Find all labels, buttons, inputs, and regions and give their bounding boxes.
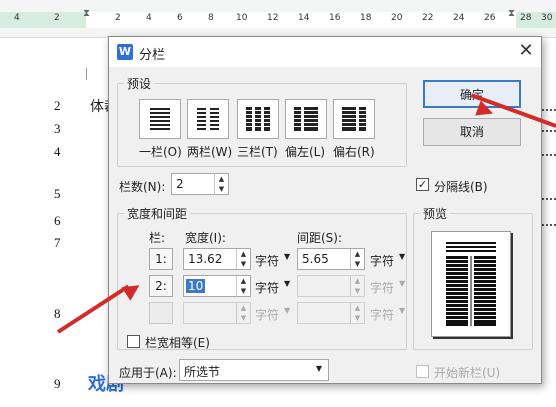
width-value-1: 13.62 [188, 252, 223, 266]
column-index: 1: [149, 248, 173, 270]
num-columns-label: 栏数(N): [119, 180, 166, 194]
ruler-number: 16 [329, 13, 341, 23]
presets-group-label: 预设 [127, 77, 152, 91]
spin-arrows-icon[interactable]: ▲ ▼ [350, 249, 364, 269]
width-unit-dropdown[interactable]: 字符 [255, 279, 279, 296]
line-number: 7 [54, 235, 61, 250]
preset-label-left[interactable]: 偏左(L) [285, 143, 325, 160]
close-icon[interactable]: ✕ [515, 40, 537, 62]
ruler-number: 28 [520, 13, 532, 23]
spacing-input-1[interactable]: 5.65 ▲ ▼ [297, 248, 365, 270]
preview-page [431, 231, 511, 337]
ruler-number: 12 [267, 13, 279, 23]
spacing-value-1: 5.65 [302, 252, 329, 266]
dialog-title: 分栏 [139, 48, 166, 63]
chevron-down-icon[interactable]: ▼ [399, 252, 405, 261]
apply-to-label: 应用于(A): [119, 366, 177, 380]
spin-arrows-icon[interactable]: ▲ ▼ [214, 174, 228, 194]
chevron-down-icon: ▼ [399, 306, 406, 315]
width-header: 宽度(I): [185, 231, 226, 245]
ruler-number: 8 [208, 13, 214, 23]
line-number: 8 [54, 306, 61, 321]
chevron-down-icon[interactable]: ▼ [316, 364, 322, 373]
spin-arrows-icon: ▲ ▼ [350, 303, 364, 323]
start-new-column-checkbox [416, 365, 429, 378]
spacing-unit-dropdown: 字符 [370, 308, 395, 322]
preview-group-label: 预览 [423, 207, 448, 221]
column-index: 2: [149, 275, 173, 297]
col-header: 栏: [149, 231, 166, 245]
one-column-icon[interactable] [139, 99, 181, 139]
ruler-number: 18 [360, 13, 372, 23]
preset-label-right[interactable]: 偏右(R) [333, 143, 375, 160]
spacing-input-2: ▲ ▼ [297, 275, 365, 297]
chevron-down-icon[interactable]: ▼ [284, 279, 290, 288]
ruler-number: 2 [54, 13, 60, 23]
ruler: 4 2 ⧗ 2 4 6 8 10 12 14 16 18 20 22 24 26… [0, 0, 556, 38]
line-number: 4 [54, 144, 61, 159]
ruler-number: 26 [484, 13, 496, 23]
width-unit-dropdown: 字符 [255, 308, 280, 322]
line-number: 3 [54, 121, 61, 136]
separator-checkbox[interactable]: ✓ [416, 178, 429, 191]
width-value-2: 10 [186, 279, 206, 293]
indent-marker-icon[interactable]: ⧗ [83, 8, 90, 19]
line-number: 2 [54, 98, 61, 113]
ruler-number: 22 [422, 13, 434, 23]
three-column-icon[interactable] [237, 99, 279, 139]
equal-width-checkbox[interactable] [127, 335, 140, 348]
ruler-number: 10 [236, 13, 248, 23]
right-indent-marker-icon[interactable]: ⧗ [508, 8, 515, 19]
spacing-unit-dropdown[interactable]: 字符 [370, 252, 394, 269]
width-input-1[interactable]: 13.62 ▲ ▼ [183, 248, 251, 270]
chevron-down-icon[interactable]: ▼ [284, 252, 290, 261]
ruler-number: 20 [391, 13, 403, 23]
spin-arrows-icon[interactable]: ▲ ▼ [236, 276, 250, 296]
dialog-titlebar[interactable]: W 分栏 ✕ [109, 37, 541, 67]
line-number: 9 [54, 376, 61, 391]
right-column-icon[interactable] [333, 99, 375, 139]
wps-writer-icon: W [117, 44, 133, 60]
chevron-down-icon: ▼ [399, 279, 406, 288]
spacing-unit-dropdown: 字符 [370, 281, 395, 295]
ruler-number: 4 [146, 13, 152, 23]
ruler-number: 6 [177, 13, 183, 23]
ruler-number: 14 [298, 13, 310, 23]
columns-dialog: W 分栏 ✕ 预设 一栏(O) 两栏(W) 三栏(T) 偏左(L) 偏右(R) … [108, 36, 542, 384]
preset-label-one[interactable]: 一栏(O) [139, 143, 182, 160]
ruler-number: 2 [115, 13, 121, 23]
apply-to-select[interactable]: 所选节 ▼ [179, 359, 329, 381]
two-column-icon[interactable] [187, 99, 229, 139]
line-number: 5 [54, 186, 61, 201]
width-unit-dropdown[interactable]: 字符 [255, 252, 279, 269]
column-index [149, 302, 173, 324]
chevron-down-icon: ▼ [284, 306, 291, 315]
num-columns-stepper[interactable]: 2 ▲ ▼ [171, 173, 229, 195]
ruler-number: 30 [541, 13, 553, 23]
spin-arrows-icon[interactable]: ▲ ▼ [236, 249, 250, 269]
line-number: 6 [54, 213, 61, 228]
start-new-column-label: 开始新栏(U) [434, 366, 501, 380]
width-input-3: ▲ ▼ [183, 302, 251, 324]
preset-label-two[interactable]: 两栏(W) [187, 143, 232, 160]
spacing-header: 间距(S): [297, 231, 343, 245]
separator-label: 分隔线(B) [434, 180, 488, 194]
spacing-input-3: ▲ ▼ [297, 302, 365, 324]
left-column-icon[interactable] [285, 99, 327, 139]
equal-width-label: 栏宽相等(E) [145, 336, 210, 350]
apply-to-value: 所选节 [184, 365, 221, 379]
ruler-number: 24 [453, 13, 465, 23]
ruler-number: 4 [14, 13, 20, 23]
width-input-2[interactable]: 10 ▲ ▼ [183, 275, 251, 297]
width-spacing-group-label: 宽度和间距 [127, 207, 188, 221]
cancel-button[interactable]: 取消 [423, 118, 521, 146]
spin-arrows-icon: ▲ ▼ [236, 303, 250, 323]
preset-label-three[interactable]: 三栏(T) [237, 143, 278, 160]
num-columns-value: 2 [176, 177, 184, 191]
spin-arrows-icon: ▲ ▼ [350, 276, 364, 296]
